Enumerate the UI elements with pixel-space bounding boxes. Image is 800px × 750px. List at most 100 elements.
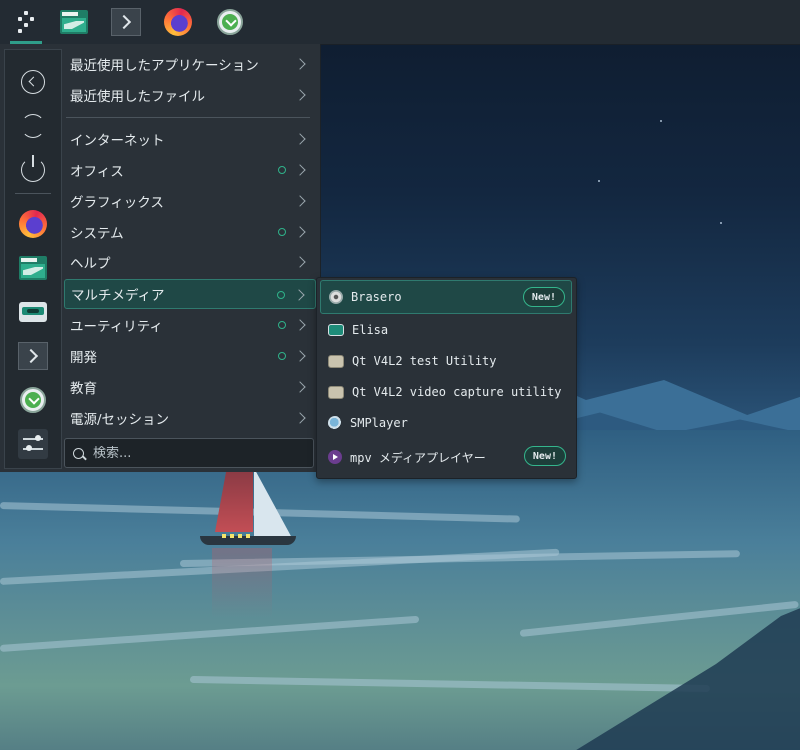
- category-label: 教育: [70, 381, 97, 397]
- category-label: ユーティリティ: [70, 319, 163, 335]
- settings-icon: [18, 429, 48, 459]
- power-icon: [21, 155, 45, 182]
- panel-terminal-button[interactable]: [107, 4, 145, 40]
- refresh-icon: [21, 114, 45, 138]
- chevron-right-icon: [294, 381, 306, 393]
- app-label: Elisa: [352, 323, 389, 337]
- category-label: ヘルプ: [70, 256, 111, 272]
- chevron-right-icon: [294, 412, 306, 424]
- chevron-right-icon: [294, 164, 306, 176]
- download-icon: [217, 9, 243, 35]
- app-label: SMPlayer: [350, 416, 408, 430]
- new-indicator-dot: [278, 321, 286, 329]
- panel-files-button[interactable]: [55, 4, 93, 40]
- files-icon: [19, 256, 47, 280]
- app-item-mpv[interactable]: mpv メディアプレイヤー New!: [320, 440, 572, 474]
- category-multimedia[interactable]: マルチメディア: [64, 279, 316, 309]
- category-system[interactable]: システム: [64, 217, 316, 247]
- firefox-icon: [19, 210, 47, 238]
- category-label: 最近使用したファイル: [70, 89, 205, 105]
- new-indicator-dot: [278, 228, 286, 236]
- files-icon: [60, 10, 88, 34]
- menu-sidebar: [4, 49, 62, 469]
- chevron-right-icon: [294, 89, 306, 101]
- new-indicator-dot: [278, 352, 286, 360]
- app-item-elisa[interactable]: Elisa: [320, 313, 572, 347]
- qt-v4l2-icon: [328, 354, 344, 368]
- category-label: オフィス: [70, 164, 124, 180]
- boat-reflection: [212, 548, 272, 618]
- star: [660, 120, 662, 122]
- favorite-media-player[interactable]: [17, 296, 49, 328]
- qt-v4l2-icon: [328, 385, 344, 399]
- category-education[interactable]: 教育: [64, 372, 316, 402]
- chevron-right-icon: [294, 319, 306, 331]
- panel-firefox-button[interactable]: [159, 4, 197, 40]
- category-power-session[interactable]: 電源/セッション: [64, 403, 316, 433]
- mpv-icon: [328, 450, 342, 464]
- sidebar-separator: [15, 193, 51, 194]
- launcher-icon: [15, 11, 37, 33]
- back-icon: [21, 70, 45, 94]
- app-label: mpv メディアプレイヤー: [350, 450, 486, 465]
- multimedia-submenu: Brasero New! Elisa Qt V4L2 test Utility …: [316, 277, 577, 479]
- power-button[interactable]: [17, 154, 49, 186]
- new-indicator-dot: [278, 166, 286, 174]
- category-development[interactable]: 開発: [64, 341, 316, 371]
- search-field[interactable]: [64, 438, 314, 468]
- download-icon: [20, 387, 46, 413]
- category-label: 電源/セッション: [70, 412, 170, 428]
- category-office[interactable]: オフィス: [64, 155, 316, 185]
- app-item-qt-v4l2-capture[interactable]: Qt V4L2 video capture utility: [320, 375, 572, 409]
- star: [598, 180, 600, 182]
- search-icon: [73, 447, 84, 459]
- application-launcher-button[interactable]: [7, 4, 45, 44]
- firefox-icon: [164, 8, 192, 36]
- recent-files-item[interactable]: 最近使用したファイル: [64, 80, 316, 110]
- app-label: Qt V4L2 test Utility: [352, 354, 497, 368]
- category-label: 最近使用したアプリケーション: [70, 58, 259, 74]
- new-badge: New!: [523, 446, 566, 466]
- chevron-right-icon: [294, 195, 306, 207]
- app-item-brasero[interactable]: Brasero New!: [320, 280, 572, 314]
- application-menu: 最近使用したアプリケーション 最近使用したファイル インターネット オフィス グ…: [0, 44, 321, 472]
- category-label: 開発: [70, 350, 97, 366]
- favorite-firefox[interactable]: [17, 208, 49, 240]
- category-help[interactable]: ヘルプ: [64, 247, 316, 277]
- chevron-right-icon: [293, 289, 305, 301]
- panel-download-button[interactable]: [211, 4, 249, 40]
- brasero-icon: [329, 290, 343, 304]
- star: [720, 222, 722, 224]
- favorite-settings[interactable]: [17, 428, 49, 460]
- category-label: システム: [70, 226, 124, 242]
- chevron-right-icon: [294, 133, 306, 145]
- refresh-button[interactable]: [17, 110, 49, 142]
- chevron-right-icon: [294, 226, 306, 238]
- app-label: Brasero: [351, 290, 402, 304]
- category-label: マルチメディア: [71, 288, 165, 304]
- category-label: インターネット: [70, 133, 165, 149]
- favorite-terminal[interactable]: [17, 340, 49, 372]
- chevron-right-icon: [294, 256, 306, 268]
- favorite-files[interactable]: [17, 252, 49, 284]
- category-internet[interactable]: インターネット: [64, 124, 316, 154]
- category-utilities[interactable]: ユーティリティ: [64, 310, 316, 340]
- favorite-download[interactable]: [17, 384, 49, 416]
- top-panel: [0, 0, 800, 45]
- category-label: グラフィックス: [70, 195, 164, 211]
- terminal-icon: [111, 8, 141, 36]
- cassette-icon: [19, 302, 47, 322]
- category-graphics[interactable]: グラフィックス: [64, 186, 316, 216]
- search-input[interactable]: [93, 445, 293, 461]
- chevron-right-icon: [294, 350, 306, 362]
- elisa-icon: [328, 324, 344, 336]
- new-badge: New!: [522, 287, 565, 307]
- chevron-right-icon: [294, 58, 306, 70]
- boat-lights: [222, 534, 252, 538]
- smplayer-icon: [328, 416, 342, 430]
- new-indicator-dot: [277, 291, 285, 299]
- app-item-smplayer[interactable]: SMPlayer: [320, 406, 572, 440]
- recent-applications-item[interactable]: 最近使用したアプリケーション: [64, 49, 316, 79]
- back-button[interactable]: [17, 66, 49, 98]
- app-item-qt-v4l2-test[interactable]: Qt V4L2 test Utility: [320, 344, 572, 378]
